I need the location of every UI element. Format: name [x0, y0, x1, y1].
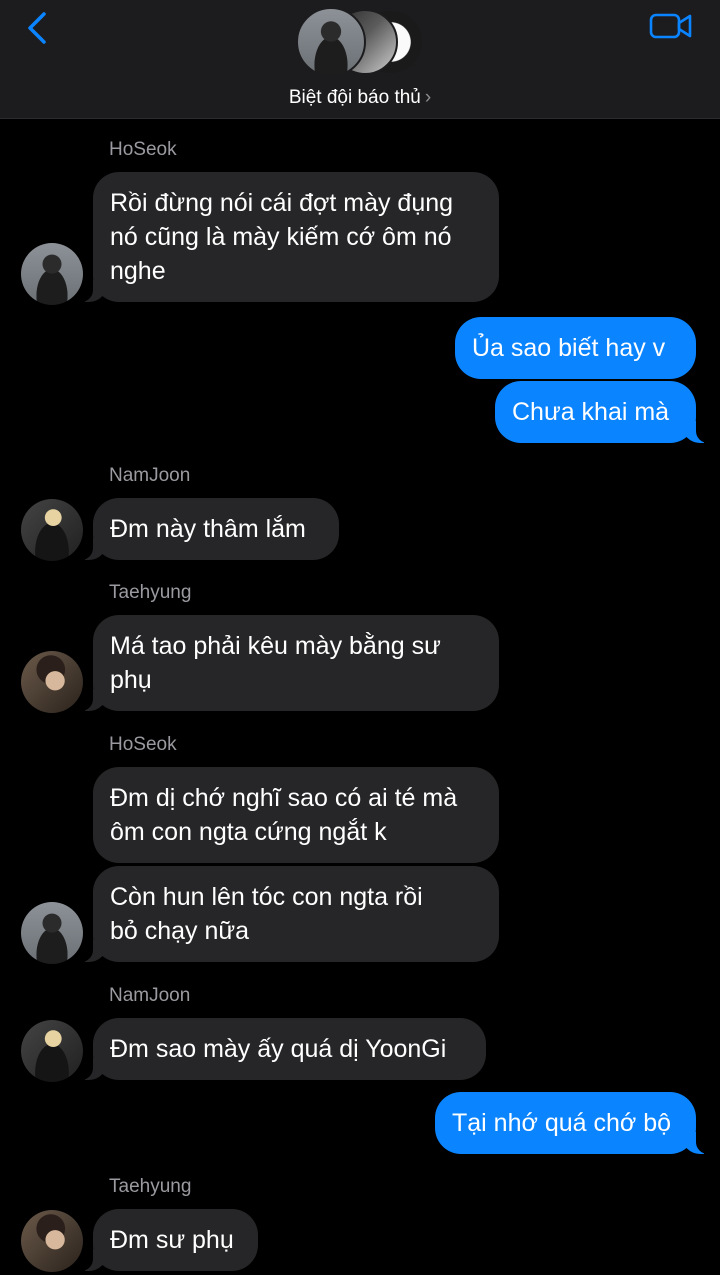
video-camera-icon[interactable] — [648, 10, 694, 42]
avatar[interactable] — [21, 1210, 83, 1272]
outgoing-message[interactable]: Chưa khai mà — [495, 381, 709, 443]
group-name[interactable]: Biệt đội báo thủ › — [0, 87, 720, 109]
group-member-avatar — [296, 7, 366, 77]
avatar[interactable] — [21, 902, 83, 964]
sender-name: Taehyung — [109, 1176, 192, 1197]
incoming-message[interactable]: Đm sư phụ — [80, 1209, 258, 1271]
chevron-right-icon: › — [424, 87, 432, 108]
incoming-message[interactable]: Đm dị chớ nghĩ sao có ai té mà ôm con ng… — [93, 767, 499, 863]
incoming-message[interactable]: Má tao phải kêu mày bằng sư phụ — [80, 615, 499, 711]
group-name-label: Biệt đội báo thủ — [288, 87, 421, 108]
incoming-message[interactable]: Đm này thâm lắm — [80, 498, 339, 560]
group-avatar-stack[interactable] — [296, 7, 426, 77]
sender-name: HoSeok — [109, 139, 177, 160]
avatar[interactable] — [21, 651, 83, 713]
avatar[interactable] — [21, 499, 83, 561]
sender-name: Taehyung — [109, 582, 192, 603]
incoming-message[interactable]: Rồi đừng nói cái đợt mày đụng nó cũng là… — [80, 172, 499, 302]
incoming-message[interactable]: Đm sao mày ấy quá dị YoonGi — [80, 1018, 486, 1080]
sender-name: NamJoon — [109, 985, 191, 1006]
sender-name: HoSeok — [109, 734, 177, 755]
avatar[interactable] — [21, 1020, 83, 1082]
incoming-message[interactable]: Còn hun lên tóc con ngta rồi bỏ chạy nữa — [80, 866, 499, 962]
outgoing-message[interactable]: Tại nhớ quá chớ bộ — [435, 1092, 709, 1154]
avatar[interactable] — [21, 243, 83, 305]
outgoing-message[interactable]: Ủa sao biết hay v — [455, 317, 696, 379]
sender-name: NamJoon — [109, 465, 191, 486]
chevron-left-icon[interactable] — [22, 10, 58, 46]
conversation-header: Biệt đội báo thủ › — [0, 0, 720, 119]
